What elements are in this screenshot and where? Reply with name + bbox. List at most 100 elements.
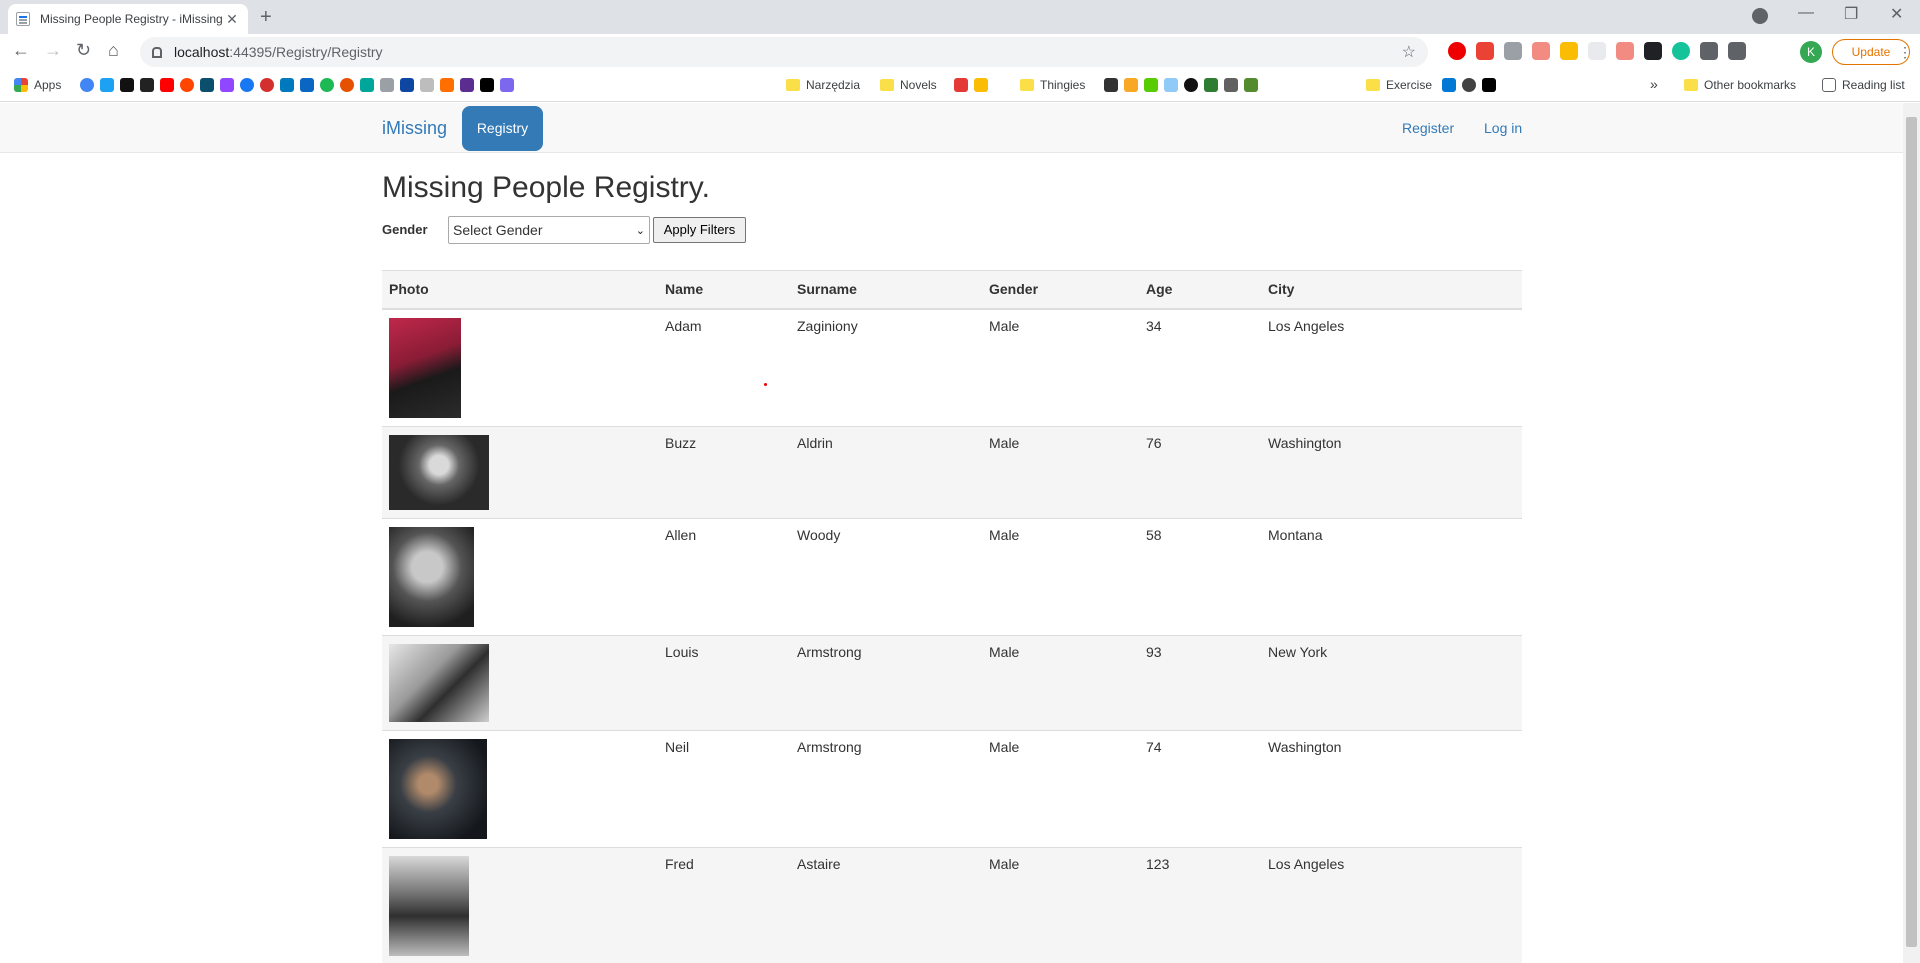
bookmark-site-icon[interactable]	[1124, 78, 1138, 92]
bookmarks-overflow-icon[interactable]: »	[1650, 76, 1658, 92]
table-row: Allen Woody Male 58 Montana	[382, 517, 1522, 635]
bookmark-site-icon[interactable]	[460, 78, 474, 92]
age-cell: 34	[1139, 308, 1261, 426]
site-navbar: iMissing Registry Register Log in	[0, 103, 1903, 153]
linkedin-icon[interactable]	[300, 78, 314, 92]
browser-menu-icon[interactable]: ⋮	[1898, 44, 1912, 61]
chevron-down-icon: ⌄	[635, 224, 645, 237]
bookmark-site-icon[interactable]	[500, 78, 514, 92]
restore-icon[interactable]: ❐	[1844, 4, 1858, 24]
profile-avatar[interactable]: K	[1800, 41, 1822, 63]
apply-filters-button[interactable]: Apply Filters	[653, 217, 746, 243]
bookmark-label: Apps	[34, 78, 62, 92]
youtube-icon[interactable]	[160, 78, 174, 92]
bookmark-folder-thingies[interactable]: Thingies	[1020, 78, 1085, 92]
age-cell: 74	[1139, 729, 1261, 847]
google-icon[interactable]	[80, 78, 94, 92]
bookmark-site-icon[interactable]	[400, 78, 414, 92]
bookmark-star-icon[interactable]: ☆	[1402, 42, 1416, 62]
bookmark-site-icon[interactable]	[1482, 78, 1496, 92]
extension-icon[interactable]	[1504, 42, 1522, 60]
header-photo: Photo	[382, 270, 658, 310]
bookmark-site-icon[interactable]	[1164, 78, 1178, 92]
trello-icon[interactable]	[280, 78, 294, 92]
reading-list[interactable]: Reading list	[1822, 78, 1905, 92]
extension-icon[interactable]	[1616, 42, 1634, 60]
bookmark-site-icon[interactable]	[954, 78, 968, 92]
bookmark-site-icon[interactable]	[120, 78, 134, 92]
nav-register-link[interactable]: Register	[1402, 120, 1454, 136]
outlook-icon[interactable]	[1442, 78, 1456, 92]
surname-cell: Zaginiony	[790, 308, 982, 426]
facebook-icon[interactable]	[240, 78, 254, 92]
page-scrollbar[interactable]	[1903, 103, 1920, 963]
bookmark-site-icon[interactable]	[1224, 78, 1238, 92]
bbc-icon[interactable]	[140, 78, 154, 92]
lock-icon[interactable]	[152, 46, 162, 58]
tab-search-icon[interactable]	[1752, 8, 1768, 24]
spotify-icon[interactable]	[320, 78, 334, 92]
table-row: Neil Armstrong Male 74 Washington	[382, 729, 1522, 847]
opera-extension-icon[interactable]	[1448, 42, 1466, 60]
gmail-extension-icon[interactable]	[1476, 42, 1494, 60]
minimize-icon[interactable]: —	[1798, 4, 1814, 22]
home-icon[interactable]: ⌂	[108, 40, 119, 61]
twitch-icon[interactable]	[220, 78, 234, 92]
twitter-icon[interactable]	[100, 78, 114, 92]
extension-icon[interactable]	[1700, 42, 1718, 60]
notion-icon[interactable]	[480, 78, 494, 92]
bookmark-folder-other[interactable]: Other bookmarks	[1684, 78, 1796, 92]
tab-close-icon[interactable]: ✕	[224, 11, 240, 28]
github-icon[interactable]	[1462, 78, 1476, 92]
chess-icon[interactable]	[1244, 78, 1258, 92]
bookmark-site-icon[interactable]	[1104, 78, 1118, 92]
age-cell: 76	[1139, 425, 1261, 518]
browser-toolbar: ← → ↻ ⌂ localhost:44395/Registry/Registr…	[0, 34, 1920, 70]
browser-tab[interactable]: Missing People Registry - iMissing ✕	[8, 4, 248, 34]
forward-icon[interactable]: →	[44, 40, 62, 61]
age-cell: 58	[1139, 517, 1261, 635]
nav-login-link[interactable]: Log in	[1484, 120, 1522, 136]
extension-icon[interactable]	[1560, 42, 1578, 60]
surname-cell: Astaire	[790, 846, 982, 963]
back-icon[interactable]: ←	[12, 40, 30, 61]
bookmark-site-icon[interactable]	[420, 78, 434, 92]
bookmark-folder-narzedzia[interactable]: Narzędzia	[786, 78, 860, 92]
brand-link[interactable]: iMissing	[382, 118, 447, 139]
extension-icon[interactable]	[1588, 42, 1606, 60]
bookmark-site-icon[interactable]	[380, 78, 394, 92]
goodreads-icon[interactable]	[1184, 78, 1198, 92]
scrollbar-thumb[interactable]	[1906, 117, 1917, 947]
nav-registry-link[interactable]: Registry	[462, 106, 543, 151]
duolingo-icon[interactable]	[1144, 78, 1158, 92]
person-photo	[389, 434, 489, 510]
bookmark-site-icon[interactable]	[440, 78, 454, 92]
address-bar[interactable]: localhost:44395/Registry/Registry ☆	[140, 37, 1428, 67]
reload-icon[interactable]: ↻	[76, 40, 91, 61]
bookmark-site-icon[interactable]	[200, 78, 214, 92]
bookmark-folder-exercise[interactable]: Exercise	[1366, 78, 1432, 92]
header-city: City	[1261, 270, 1522, 310]
window-close-icon[interactable]: ✕	[1890, 4, 1903, 24]
new-tab-icon[interactable]: +	[260, 6, 272, 29]
grammarly-extension-icon[interactable]	[1672, 42, 1690, 60]
folder-icon	[786, 79, 800, 91]
bookmark-site-icon[interactable]	[340, 78, 354, 92]
chart-icon[interactable]	[974, 78, 988, 92]
gender-select[interactable]: Select Gender ⌄	[448, 216, 650, 244]
bookmark-site-icon[interactable]	[360, 78, 374, 92]
bookmark-site-icon[interactable]	[1204, 78, 1218, 92]
page-favicon-icon	[16, 12, 30, 26]
cursor-dot	[764, 383, 767, 386]
age-cell: 93	[1139, 634, 1261, 730]
city-cell: Washington	[1261, 425, 1522, 518]
bookmark-apps[interactable]: Apps	[14, 78, 61, 92]
reddit-icon[interactable]	[180, 78, 194, 92]
extensions-puzzle-icon[interactable]	[1728, 42, 1746, 60]
extension-icon[interactable]	[1644, 42, 1662, 60]
extension-icon[interactable]	[1532, 42, 1550, 60]
bookmark-folder-novels[interactable]: Novels	[880, 78, 937, 92]
bookmark-site-icon[interactable]	[260, 78, 274, 92]
photo-cell	[382, 517, 658, 635]
table-header-row: Photo Name Surname Gender Age City	[382, 270, 1522, 310]
